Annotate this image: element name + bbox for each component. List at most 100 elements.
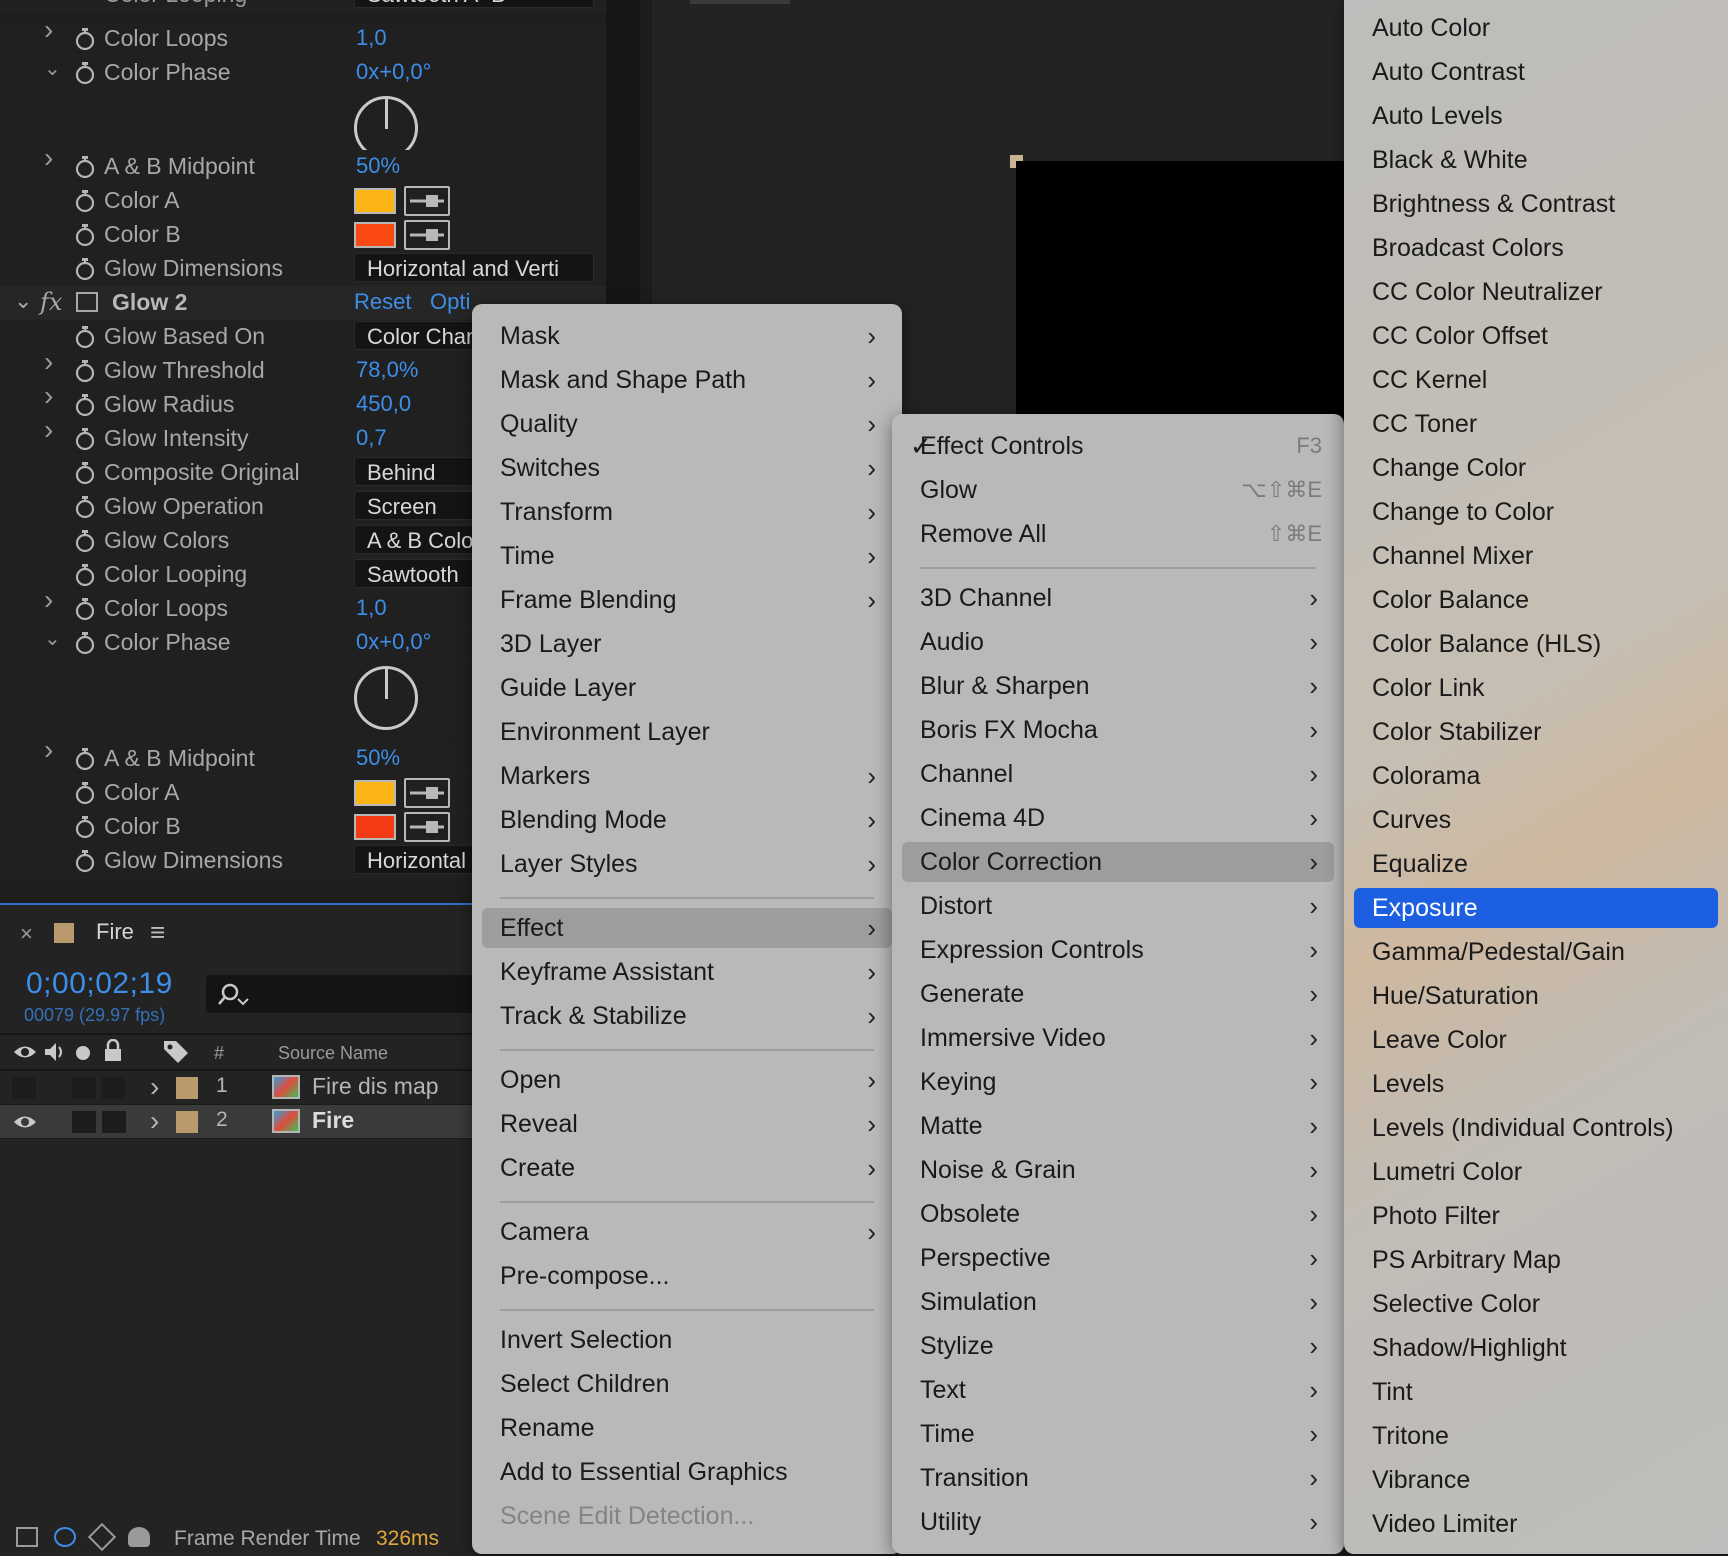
menu-item-time[interactable]: Time › bbox=[892, 1414, 1344, 1454]
eyedropper-icon[interactable] bbox=[404, 186, 450, 216]
stopwatch-icon[interactable] bbox=[74, 155, 95, 179]
fx-toggle-icon[interactable]: fx bbox=[40, 288, 62, 316]
menu-item-3d-layer[interactable]: 3D Layer bbox=[472, 624, 902, 664]
viewer-tab[interactable] bbox=[690, 0, 790, 4]
menu-item-environment-layer[interactable]: Environment Layer bbox=[472, 712, 902, 752]
menu-item-create[interactable]: Create › bbox=[472, 1148, 902, 1188]
property-value[interactable]: 1,0 bbox=[356, 25, 387, 51]
menu-item-noise-grain[interactable]: Noise & Grain › bbox=[892, 1150, 1344, 1190]
menu-item-brightness-contrast[interactable]: Brightness & Contrast bbox=[1344, 184, 1728, 224]
stopwatch-icon[interactable] bbox=[74, 529, 95, 553]
property-dropdown[interactable]: Horizontal and Verti bbox=[354, 253, 594, 282]
property-row[interactable]: › A & B Midpoint 50% bbox=[0, 144, 606, 184]
property-dropdown[interactable]: Sawtooth A>B bbox=[354, 0, 594, 8]
menu-item-open[interactable]: Open › bbox=[472, 1060, 902, 1100]
menu-item-channel[interactable]: Channel › bbox=[892, 754, 1344, 794]
lock-icon[interactable] bbox=[102, 1039, 124, 1063]
menu-item-switches[interactable]: Switches › bbox=[472, 448, 902, 488]
stopwatch-icon[interactable] bbox=[74, 815, 95, 839]
solo-icon[interactable] bbox=[76, 1046, 90, 1060]
stopwatch-icon[interactable] bbox=[74, 781, 95, 805]
menu-item-levels-individual-controls[interactable]: Levels (Individual Controls) bbox=[1344, 1108, 1728, 1148]
menu-item-perspective[interactable]: Perspective › bbox=[892, 1238, 1344, 1278]
menu-item-camera[interactable]: Camera › bbox=[472, 1212, 902, 1252]
property-value[interactable]: 78,0% bbox=[356, 357, 418, 383]
stopwatch-icon[interactable] bbox=[74, 631, 95, 655]
menu-item-audio[interactable]: Audio › bbox=[892, 622, 1344, 662]
layer-row[interactable]: › 1 Fire dis map bbox=[0, 1071, 480, 1105]
menu-item-color-balance[interactable]: Color Balance bbox=[1344, 580, 1728, 620]
menu-item-auto-levels[interactable]: Auto Levels bbox=[1344, 96, 1728, 136]
keyframe-icon[interactable] bbox=[87, 1522, 117, 1552]
property-row[interactable]: ⌄ Color Phase 0x+0,0° bbox=[0, 56, 606, 90]
eye-icon[interactable] bbox=[12, 1041, 38, 1063]
menu-item-black-white[interactable]: Black & White bbox=[1344, 140, 1728, 180]
menu-item-cc-color-offset[interactable]: CC Color Offset bbox=[1344, 316, 1728, 356]
menu-item-transform[interactable]: Transform › bbox=[472, 492, 902, 532]
menu-item-gamma-pedestal-gain[interactable]: Gamma/Pedestal/Gain bbox=[1344, 932, 1728, 972]
menu-item-exposure[interactable]: Exposure bbox=[1354, 888, 1718, 928]
stopwatch-icon[interactable] bbox=[74, 27, 95, 51]
menu-item-frame-blending[interactable]: Frame Blending › bbox=[472, 580, 902, 620]
twirl-right-icon[interactable]: › bbox=[150, 1105, 159, 1137]
menu-item-distort[interactable]: Distort › bbox=[892, 886, 1344, 926]
twirl-right-icon[interactable]: › bbox=[44, 736, 58, 764]
menu-item-lumetri-color[interactable]: Lumetri Color bbox=[1344, 1152, 1728, 1192]
menu-item-expression-controls[interactable]: Expression Controls › bbox=[892, 930, 1344, 970]
twirl-down-icon[interactable]: ⌄ bbox=[44, 59, 61, 79]
menu-item-auto-contrast[interactable]: Auto Contrast bbox=[1344, 52, 1728, 92]
menu-item-select-children[interactable]: Select Children bbox=[472, 1364, 902, 1404]
menu-item-levels[interactable]: Levels bbox=[1344, 1064, 1728, 1104]
twirl-right-icon[interactable]: › bbox=[44, 348, 58, 376]
visibility-toggle[interactable] bbox=[12, 1077, 36, 1099]
stopwatch-icon[interactable] bbox=[74, 223, 95, 247]
comp-color-label[interactable] bbox=[54, 923, 74, 943]
stopwatch-icon[interactable] bbox=[74, 393, 95, 417]
motion-blur-icon[interactable] bbox=[128, 1527, 150, 1547]
layer-color-label[interactable] bbox=[176, 1111, 198, 1133]
effect-preset-icon[interactable] bbox=[76, 292, 98, 312]
menu-item-pre-compose[interactable]: Pre-compose... bbox=[472, 1256, 902, 1296]
menu-item-channel-mixer[interactable]: Channel Mixer bbox=[1344, 536, 1728, 576]
menu-item-utility[interactable]: Utility › bbox=[892, 1502, 1344, 1542]
property-value[interactable]: 0x+0,0° bbox=[356, 629, 431, 655]
layer-row[interactable]: › 2 Fire bbox=[0, 1105, 480, 1139]
panel-menu-icon[interactable]: ≡ bbox=[150, 917, 165, 948]
search-input[interactable] bbox=[206, 975, 476, 1013]
stopwatch-icon[interactable] bbox=[74, 747, 95, 771]
stopwatch-icon[interactable] bbox=[74, 849, 95, 873]
menu-item-blending-mode[interactable]: Blending Mode › bbox=[472, 800, 902, 840]
menu-item-tritone[interactable]: Tritone bbox=[1344, 1416, 1728, 1456]
property-value[interactable]: 0,7 bbox=[356, 425, 387, 451]
twirl-right-icon[interactable]: › bbox=[44, 16, 58, 44]
stopwatch-icon[interactable] bbox=[74, 495, 95, 519]
stopwatch-icon[interactable] bbox=[74, 189, 95, 213]
stopwatch-icon[interactable] bbox=[74, 563, 95, 587]
stopwatch-icon[interactable] bbox=[74, 325, 95, 349]
menu-item-color-balance-hls[interactable]: Color Balance (HLS) bbox=[1344, 624, 1728, 664]
property-row[interactable]: Color A bbox=[0, 184, 606, 218]
phase-dial[interactable] bbox=[354, 666, 418, 730]
property-value[interactable]: 0x+0,0° bbox=[356, 59, 431, 85]
stopwatch-icon[interactable] bbox=[74, 257, 95, 281]
menu-item-effect-controls[interactable]: ✓ Effect Controls F3 bbox=[892, 426, 1344, 466]
menu-item-auto-color[interactable]: Auto Color bbox=[1344, 8, 1728, 48]
column-number[interactable]: # bbox=[214, 1043, 224, 1064]
comp-flowchart-icon[interactable] bbox=[16, 1527, 38, 1547]
menu-item-generate[interactable]: Generate › bbox=[892, 974, 1344, 1014]
label-tag-icon[interactable] bbox=[162, 1039, 190, 1065]
property-row[interactable]: Color B bbox=[0, 218, 606, 252]
property-row[interactable]: Glow Dimensions Horizontal and Verti bbox=[0, 252, 606, 286]
menu-item-color-link[interactable]: Color Link bbox=[1344, 668, 1728, 708]
color-swatch[interactable] bbox=[354, 780, 396, 806]
menu-item-matte[interactable]: Matte › bbox=[892, 1106, 1344, 1146]
menu-item-ps-arbitrary-map[interactable]: PS Arbitrary Map bbox=[1344, 1240, 1728, 1280]
twirl-right-icon[interactable]: › bbox=[44, 144, 58, 172]
menu-item-guide-layer[interactable]: Guide Layer bbox=[472, 668, 902, 708]
menu-item-hue-saturation[interactable]: Hue/Saturation bbox=[1344, 976, 1728, 1016]
menu-item-change-color[interactable]: Change Color bbox=[1344, 448, 1728, 488]
property-row[interactable]: › Color Loops 1,0 bbox=[0, 16, 606, 56]
render-time-icon[interactable] bbox=[54, 1527, 76, 1547]
menu-item-tint[interactable]: Tint bbox=[1344, 1372, 1728, 1412]
eyedropper-icon[interactable] bbox=[404, 812, 450, 842]
